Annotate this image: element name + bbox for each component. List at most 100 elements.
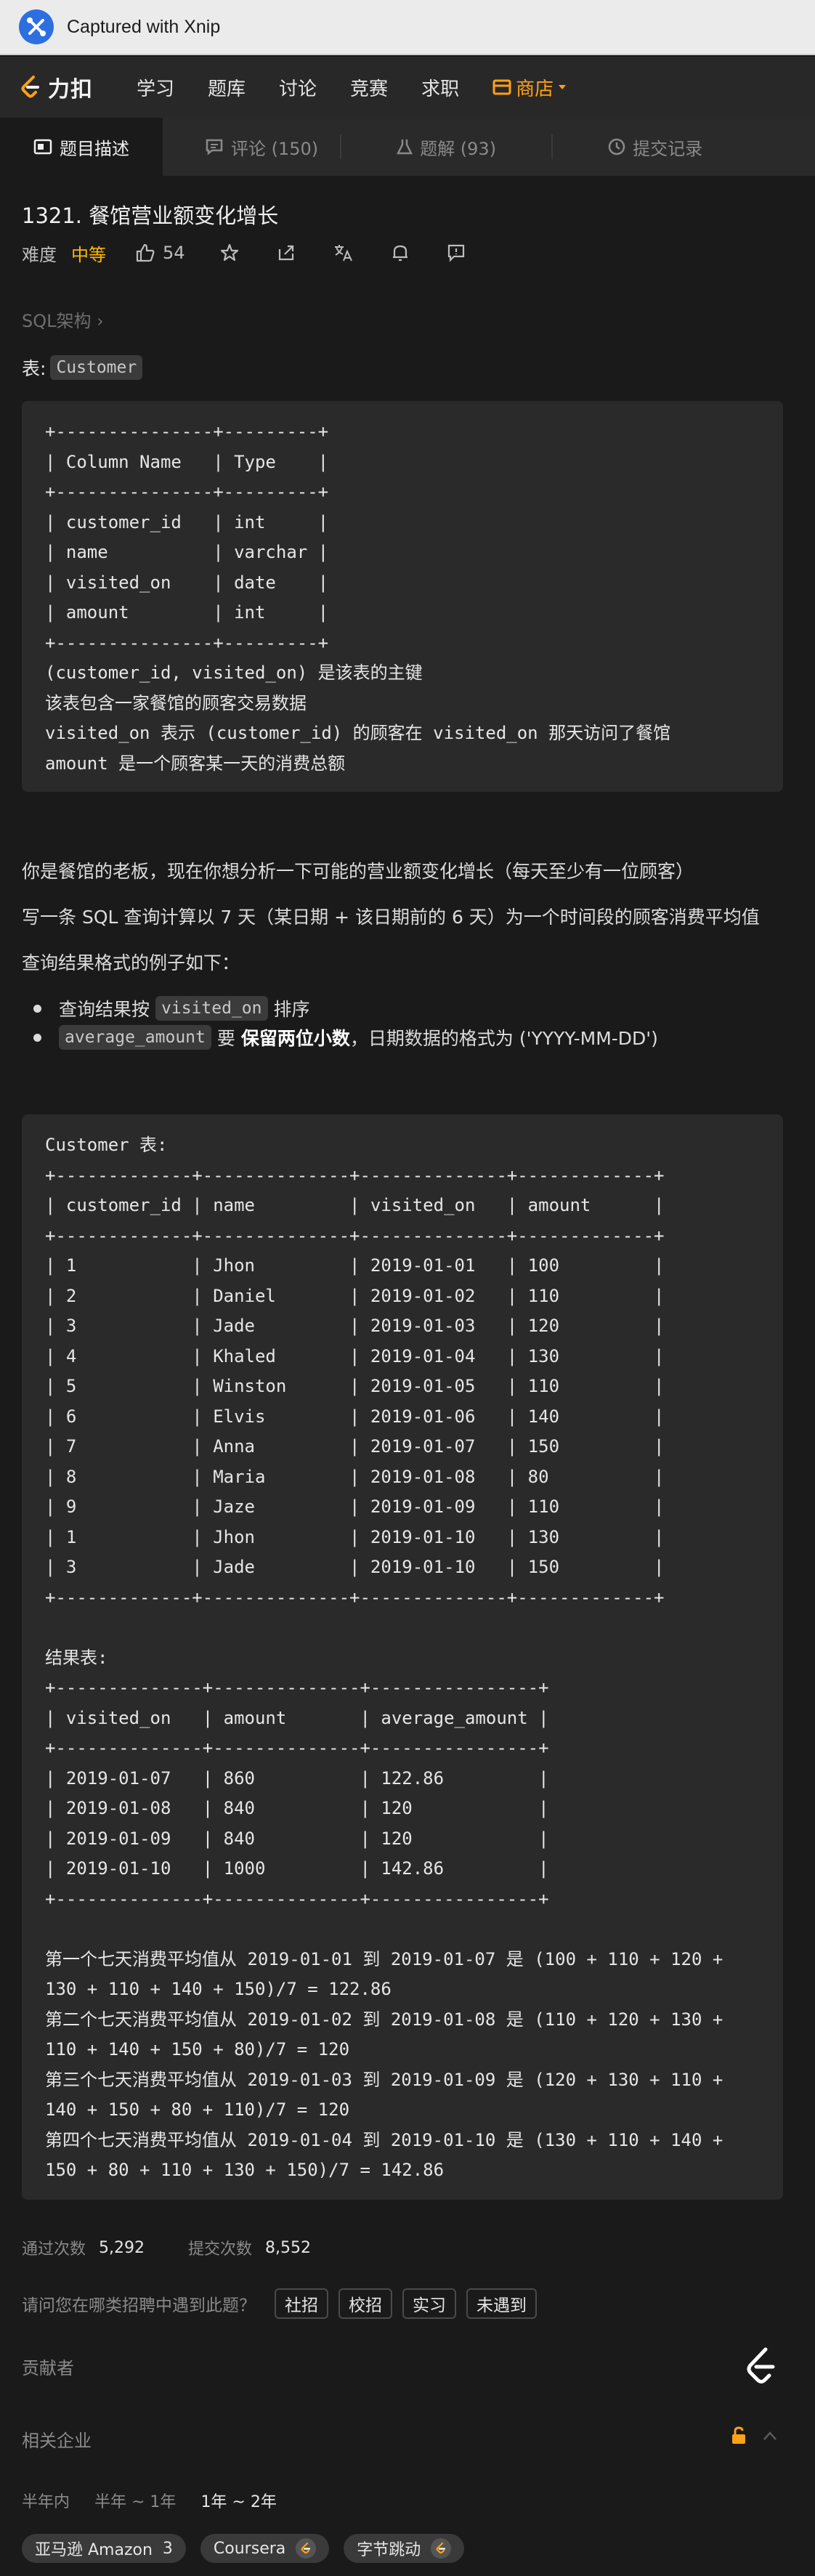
clock-icon — [608, 138, 625, 155]
period-half-year[interactable]: 半年内 — [22, 2489, 70, 2512]
description-paragraph-1: 你是餐馆的老板，现在你想分析一下可能的营业额变化增长（每天至少有一位顾客） — [22, 861, 694, 882]
difficulty-badge: 中等 — [71, 244, 106, 265]
like-count: 54 — [163, 243, 185, 263]
nav-learn[interactable]: 学习 — [137, 74, 174, 101]
problem-title: 1321. 餐馆营业额变化增长 — [22, 203, 279, 228]
list-item: 查询结果按 visited_on 排序 — [33, 994, 658, 1023]
nav-jobs[interactable]: 求职 — [421, 74, 459, 101]
period-one-to-two-years[interactable]: 1年 ~ 2年 — [200, 2489, 276, 2512]
contributor-avatar[interactable] — [744, 2346, 780, 2391]
share-button[interactable] — [277, 243, 296, 262]
period-filter: 半年内 半年 ~ 1年 1年 ~ 2年 — [22, 2489, 277, 2512]
flask-icon — [397, 139, 413, 155]
accepted-label: 通过次数 — [22, 2240, 86, 2259]
leetcode-logo-icon — [21, 76, 39, 98]
bell-icon — [392, 245, 408, 262]
requirements-list: 查询结果按 visited_on 排序 average_amount 要 保留两… — [33, 994, 658, 1052]
bullet-2-suffix: ，日期数据的格式为 ('YYYY-MM-DD') — [349, 1028, 658, 1049]
period-half-to-one-year[interactable]: 半年 ~ 1年 — [94, 2489, 176, 2512]
unlock-icon[interactable] — [731, 2426, 747, 2445]
tab-solutions[interactable]: 题解 (93) — [375, 118, 518, 176]
share-icon — [278, 245, 293, 261]
leetcode-badge-icon — [296, 2538, 317, 2559]
submitted-count: 8,552 — [265, 2238, 311, 2257]
example-text: Customer 表: +-------------+-------------… — [45, 1135, 723, 2180]
recruit-option-intern[interactable]: 实习 — [402, 2288, 456, 2319]
submitted-label: 提交次数 — [188, 2240, 253, 2259]
tab-submissions[interactable]: 提交记录 — [586, 118, 724, 176]
recruit-question: 请问您在哪类招聘中遇到此题？ — [22, 2296, 256, 2315]
capture-bar: Captured with Xnip — [0, 0, 815, 55]
submission-stats: 通过次数 5,292 提交次数 8,552 — [22, 2236, 311, 2259]
example-code-block: Customer 表: +-------------+-------------… — [22, 1114, 783, 2200]
company-count: 3 — [162, 2539, 173, 2558]
company-tags: 亚马逊 Amazon 3 Coursera 字节跳动 — [22, 2534, 465, 2563]
schema-text: +---------------+---------+ | Column Nam… — [45, 421, 671, 774]
brand-logo[interactable]: 力扣 — [20, 71, 93, 103]
top-nav: 力扣 学习 题库 讨论 竞赛 求职 商店 — [0, 57, 815, 118]
nav-problems[interactable]: 题库 — [208, 74, 246, 101]
tab-solutions-label: 题解 (93) — [420, 138, 497, 159]
contributors-heading: 贡献者 — [22, 2358, 74, 2378]
nav-discuss[interactable]: 讨论 — [279, 74, 317, 101]
brand-name: 力扣 — [48, 77, 93, 102]
description-icon — [33, 139, 52, 155]
feedback-button[interactable] — [447, 243, 466, 262]
favorite-button[interactable] — [220, 243, 239, 262]
problem-tabs: 题目描述 评论 (150) 题解 (93) 提交记录 — [0, 118, 815, 176]
leetcode-badge-icon — [431, 2538, 452, 2559]
xnip-logo-icon — [19, 9, 54, 44]
related-controls — [731, 2426, 777, 2445]
description-paragraph-3: 查询结果格式的例子如下： — [22, 952, 240, 973]
tab-divider — [340, 134, 342, 159]
bullet-1-code: visited_on — [155, 996, 268, 1021]
translate-button[interactable] — [333, 243, 354, 262]
problem-meta: 难度 中等 54 — [22, 238, 466, 267]
capture-text: Captured with Xnip — [67, 16, 221, 37]
bullet-dot — [33, 1033, 41, 1042]
notify-button[interactable] — [392, 243, 409, 262]
list-item: average_amount 要 保留两位小数 ，日期数据的格式为 ('YYYY… — [33, 1023, 658, 1052]
breadcrumb[interactable]: SQL架构 › — [22, 307, 104, 332]
description-paragraph-2: 写一条 SQL 查询计算以 7 天（某日期 + 该日期前的 6 天）为一个时间段… — [22, 907, 760, 928]
company-tag-coursera[interactable]: Coursera — [200, 2534, 330, 2563]
like-button[interactable]: 54 — [135, 243, 185, 263]
recruit-option-none[interactable]: 未遇到 — [466, 2288, 537, 2319]
star-icon — [220, 243, 238, 262]
tab-description-label: 题目描述 — [60, 138, 129, 159]
bullet-2-mid: 要 — [216, 1028, 235, 1049]
leetcode-avatar-icon — [747, 2347, 775, 2383]
tab-description[interactable]: 题目描述 — [0, 118, 163, 176]
table-name-code: Customer — [50, 355, 143, 380]
table-label-row: 表: Customer — [22, 355, 143, 381]
tab-divider — [551, 134, 554, 159]
nav-contest[interactable]: 竞赛 — [350, 74, 388, 101]
recruit-option-social[interactable]: 社招 — [275, 2288, 328, 2319]
tab-submissions-label: 提交记录 — [633, 138, 703, 159]
recruit-option-campus[interactable]: 校招 — [338, 2288, 392, 2319]
company-tag-amazon[interactable]: 亚马逊 Amazon 3 — [22, 2534, 186, 2563]
table-label: 表: — [22, 358, 46, 379]
comment-icon — [206, 139, 223, 155]
bullet-1-suffix: 排序 — [273, 999, 310, 1020]
recruit-survey: 请问您在哪类招聘中遇到此题？ 社招 校招 实习 未遇到 — [22, 2288, 537, 2319]
thumbs-up-icon — [136, 243, 155, 262]
company-tag-bytedance[interactable]: 字节跳动 — [344, 2534, 465, 2563]
bullet-2-code: average_amount — [59, 1025, 211, 1050]
nav-store[interactable]: 商店 — [492, 74, 567, 101]
tab-comments[interactable]: 评论 (150) — [183, 118, 340, 176]
related-companies-heading: 相关企业 — [22, 2431, 92, 2451]
translate-icon — [334, 245, 352, 262]
company-name: 字节跳动 — [357, 2541, 421, 2559]
company-name: Coursera — [213, 2539, 286, 2558]
caret-down-icon — [559, 85, 567, 89]
bullet-1-prefix: 查询结果按 — [59, 999, 150, 1020]
bullet-2-bold: 保留两位小数 — [240, 1028, 350, 1049]
store-label: 商店 — [516, 78, 554, 100]
bullet-dot — [33, 1004, 41, 1013]
chevron-up-icon[interactable] — [763, 2431, 777, 2441]
tab-comments-label: 评论 (150) — [231, 138, 319, 159]
company-name: 亚马逊 Amazon — [35, 2541, 153, 2559]
accepted-count: 5,292 — [99, 2238, 145, 2257]
feedback-icon — [447, 244, 464, 262]
